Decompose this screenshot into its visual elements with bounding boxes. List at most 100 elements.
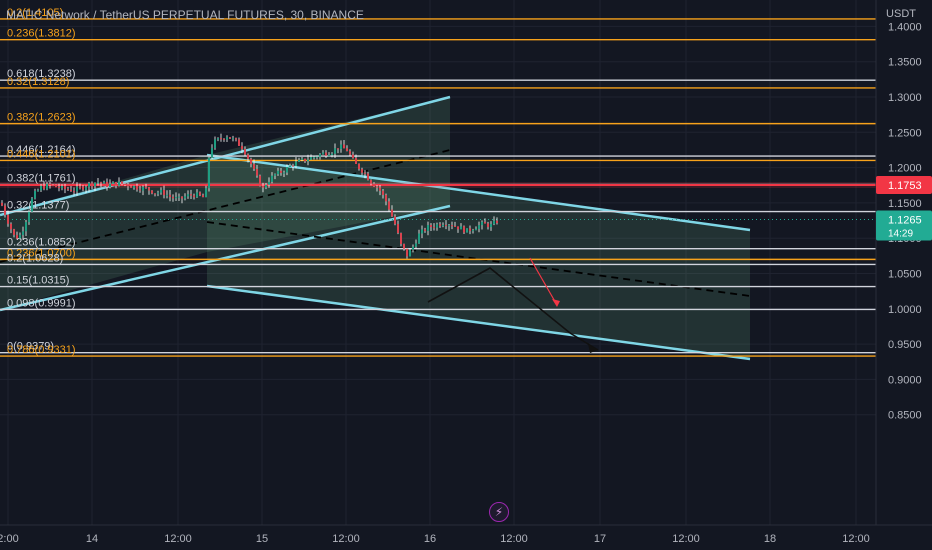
candle-body (409, 249, 411, 257)
candle-body (112, 182, 114, 184)
candle-body (442, 224, 444, 227)
candle-body (127, 184, 129, 187)
candle-body (133, 185, 135, 188)
candle-body (367, 173, 369, 181)
fib-label-13: 0.098(0.9991) (7, 297, 76, 309)
candle-body (478, 225, 480, 229)
candle-body (208, 157, 210, 189)
candle-body (46, 183, 48, 190)
candle-body (205, 188, 207, 198)
candle-body (256, 168, 258, 176)
candle-body (352, 154, 354, 159)
candle-body (229, 137, 231, 139)
candle-body (175, 196, 177, 199)
candle-body (274, 174, 276, 176)
candle-body (64, 185, 66, 190)
candle-body (286, 166, 288, 173)
price-tick-0: 1.4000 (888, 21, 922, 33)
time-tick-0: 2:00 (0, 533, 19, 545)
fib-label-12: 0.15(1.0315) (7, 275, 69, 287)
candle-body (424, 229, 426, 231)
candle-body (7, 214, 9, 224)
candle-body (124, 183, 126, 185)
time-tick-7: 17 (594, 533, 606, 545)
candle-body (217, 138, 219, 140)
symbol-title[interactable]: MATIC Network / TetherUS PERPETUAL FUTUR… (6, 8, 364, 22)
candle-body (283, 172, 285, 174)
candle-body (457, 226, 459, 230)
candle-body (10, 223, 12, 230)
price-scale[interactable]: 1.40001.35001.30001.25001.20001.15001.10… (875, 0, 932, 550)
candle-body (271, 175, 273, 182)
candle-body (361, 169, 363, 173)
candle-body (55, 184, 57, 188)
candle-body (292, 165, 294, 167)
fib-label-3: 0.32(1.3128) (7, 76, 69, 88)
time-axis[interactable]: 2:00 14 12:00 15 12:00 16 12:00 17 12:00 18 12:00 (0, 524, 932, 550)
candle-body (418, 233, 420, 244)
candle-body (484, 221, 486, 224)
candle-body (388, 201, 390, 210)
candle-body (139, 189, 141, 191)
candle-body (259, 175, 261, 186)
candle-body (148, 187, 150, 191)
candle-body (184, 196, 186, 199)
candle-body (118, 181, 120, 186)
candle-body (130, 186, 132, 188)
candle-body (379, 187, 381, 191)
candle-body (250, 158, 252, 165)
candle-body (31, 198, 33, 212)
price-tick-9: 0.9500 (888, 339, 922, 351)
candle-body (106, 181, 108, 188)
candle-body (28, 211, 30, 223)
time-tick-6: 12:00 (500, 533, 528, 545)
candle-body (178, 196, 180, 198)
time-tick-8: 12:00 (672, 533, 700, 545)
candle-body (340, 144, 342, 150)
candle-body (85, 187, 87, 190)
candle-body (400, 233, 402, 244)
price-tick-7: 1.0500 (888, 269, 922, 281)
price-tick-10: 0.9000 (888, 374, 922, 386)
candle-body (94, 182, 96, 187)
candle-body (166, 194, 168, 196)
candle-body (235, 138, 237, 140)
candle-body (448, 225, 450, 227)
candle-body (415, 243, 417, 247)
candle-body (169, 194, 171, 197)
candle-body (262, 185, 264, 188)
candle-body (103, 181, 105, 184)
time-tick-3: 15 (256, 533, 268, 545)
candle-body (268, 181, 270, 185)
lightning-icon[interactable]: ⚡ (489, 502, 509, 522)
candle-body (136, 185, 138, 190)
candle-body (481, 221, 483, 226)
candle-body (43, 185, 45, 190)
candle-body (439, 224, 441, 227)
currency-label[interactable]: USDT (886, 8, 916, 20)
candle-body (91, 183, 93, 187)
candle-body (430, 225, 432, 228)
candle-body (289, 165, 291, 167)
candle-body (25, 222, 27, 232)
candle-body (49, 183, 51, 185)
candle-body (121, 181, 123, 184)
price-tick-1: 1.3500 (888, 57, 922, 69)
candle-body (376, 186, 378, 188)
candle-body (154, 193, 156, 195)
price-tick-8: 1.0000 (888, 304, 922, 316)
candle-body (226, 137, 228, 140)
candle-body (13, 229, 15, 235)
candle-body (328, 155, 330, 157)
candle-body (451, 225, 453, 227)
candle-body (445, 224, 447, 227)
price-tick-3: 1.2500 (888, 127, 922, 139)
candle-body (466, 228, 468, 233)
price-chart[interactable]: 0.2(1.4105)0.236(1.3812)0.618(1.3238)0.3… (0, 0, 932, 550)
price-tick-2: 1.3000 (888, 92, 922, 104)
resistance-badge-label: 1.1753 (888, 180, 922, 192)
candle-body (463, 226, 465, 233)
candle-body (82, 186, 84, 190)
candle-body (331, 153, 333, 156)
candle-body (232, 138, 234, 140)
